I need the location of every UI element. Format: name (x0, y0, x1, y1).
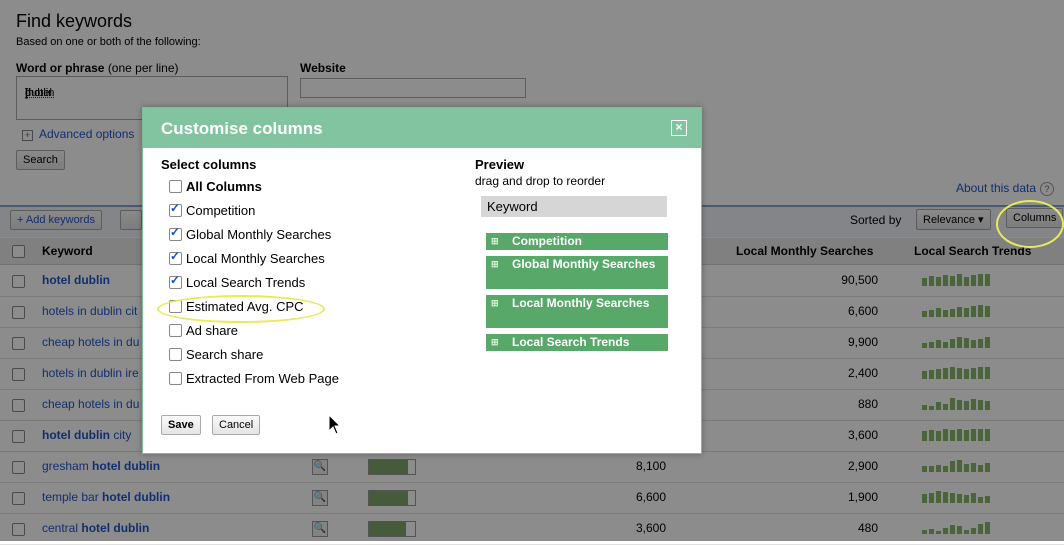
column-option-label: Extracted From Web Page (186, 371, 339, 386)
column-option-label: Search share (186, 347, 264, 362)
column-option-label: Competition (186, 203, 256, 218)
column-option[interactable]: Competition (169, 201, 256, 218)
dialog-title: Customise columns (161, 119, 323, 138)
checkbox-icon[interactable] (169, 324, 182, 337)
checked-checkbox-icon[interactable] (169, 201, 182, 217)
preview-column-label: Global Monthly Searches (512, 257, 656, 271)
column-option-label: All Columns (186, 179, 262, 194)
checkbox-icon[interactable] (169, 372, 182, 385)
preview-keyword-slot: Keyword (481, 196, 667, 217)
select-columns-label: Select columns (161, 157, 257, 172)
drag-grip-icon[interactable]: ⊞ (491, 337, 499, 348)
column-option[interactable]: Extracted From Web Page (169, 371, 339, 386)
preview-column-label: Local Search Trends (512, 335, 630, 349)
drag-grip-icon[interactable]: ⊞ (491, 236, 499, 247)
column-option[interactable]: Local Monthly Searches (169, 249, 325, 266)
checked-checkbox-icon[interactable] (169, 273, 182, 289)
column-option[interactable]: Global Monthly Searches (169, 225, 332, 242)
customise-columns-dialog: Customise columns × Select columns All C… (142, 107, 702, 454)
column-option[interactable]: Ad share (169, 323, 238, 338)
drag-grip-icon[interactable]: ⊞ (491, 259, 499, 270)
preview-column-item[interactable]: ⊞ Local Search Trends (486, 334, 668, 351)
checked-checkbox-icon[interactable] (169, 225, 182, 241)
preview-column-item[interactable]: ⊞ Global Monthly Searches (486, 256, 668, 289)
cancel-button[interactable]: Cancel (212, 415, 261, 435)
column-option-label: Global Monthly Searches (186, 227, 332, 242)
column-option-label: Local Monthly Searches (186, 251, 325, 266)
drag-grip-icon[interactable]: ⊞ (491, 298, 499, 309)
column-option-label: Ad share (186, 323, 239, 338)
column-option[interactable]: All Columns (169, 179, 262, 194)
checked-checkbox-icon[interactable] (169, 249, 182, 265)
mouse-cursor-icon (328, 414, 342, 435)
column-option[interactable]: Search share (169, 347, 263, 362)
column-option-label: Local Search Trends (186, 275, 306, 290)
checkbox-icon[interactable] (169, 348, 182, 361)
close-icon[interactable]: × (671, 120, 687, 136)
preview-column-label: Competition (512, 234, 582, 248)
save-button[interactable]: Save (161, 415, 201, 435)
columns-highlight-ellipse (996, 200, 1064, 248)
checkbox-icon[interactable] (169, 180, 182, 193)
preview-hint: drag and drop to reorder (475, 174, 606, 188)
preview-keyword-label: Keyword (487, 199, 538, 214)
cpc-highlight-ellipse (157, 295, 325, 323)
dialog-titlebar: Customise columns (143, 108, 701, 148)
preview-label: Preview (475, 157, 525, 172)
column-option[interactable]: Local Search Trends (169, 273, 306, 290)
preview-column-item[interactable]: ⊞ Local Monthly Searches (486, 295, 668, 328)
preview-column-label: Local Monthly Searches (512, 296, 650, 310)
preview-column-item[interactable]: ⊞ Competition (486, 233, 668, 250)
